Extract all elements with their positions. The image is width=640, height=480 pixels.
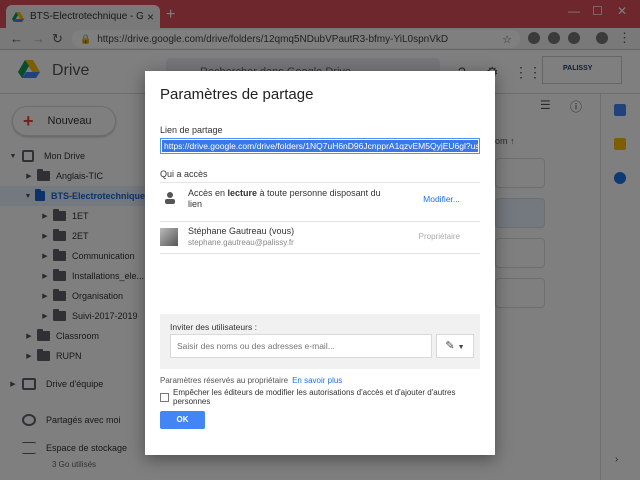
dialog-title: Paramètres de partage [160,86,314,103]
permission-dropdown[interactable]: ✎ ▼ [436,334,474,358]
owner-role: Propriétaire [418,232,460,241]
person-icon [165,192,175,204]
who-has-access-label: Qui a accès [160,169,208,179]
modify-link[interactable]: Modifier... [423,194,460,204]
share-link-text: https://drive.google.com/drive/folders/1… [162,140,478,152]
invite-section: Inviter des utilisateurs : ✎ ▼ [160,314,480,369]
share-link-label: Lien de partage [160,125,223,135]
link-access-text: Accès en lecture à toute personne dispos… [188,188,381,209]
learn-more-link[interactable]: En savoir plus [292,376,342,385]
owner-name: Stéphane Gautreau (vous) [188,226,295,236]
divider [160,182,480,183]
owner-avatar [160,228,178,246]
prevent-editors-label: Empêcher les éditeurs de modifier les au… [173,388,456,406]
owner-settings: Paramètres réservés au propriétaire En sa… [160,376,343,385]
invite-email-input[interactable] [170,334,432,358]
prevent-editors-option[interactable]: Empêcher les éditeurs de modifier les au… [160,388,495,406]
pencil-icon: ✎ [445,340,455,352]
link-access-row: Accès en lecture à toute personne dispos… [160,188,480,218]
divider [160,221,480,222]
invite-label: Inviter des utilisateurs : [170,322,257,332]
share-link-field[interactable]: https://drive.google.com/drive/folders/1… [160,138,480,154]
chevron-down-icon: ▼ [457,344,465,351]
owner-email: stephane.gautreau@palissy.fr [188,238,294,247]
prevent-editors-checkbox[interactable] [160,392,169,402]
owner-row: Stéphane Gautreau (vous) stephane.gautre… [160,226,480,252]
ok-button[interactable]: OK [160,411,205,429]
divider [160,253,480,254]
share-settings-dialog: Paramètres de partage Lien de partage ht… [145,71,495,455]
